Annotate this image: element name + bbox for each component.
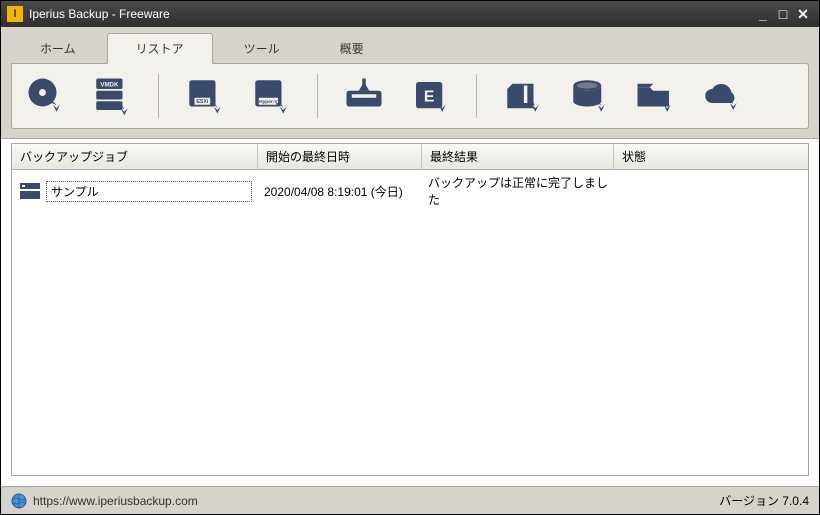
col-header-state[interactable]: 状態 [614, 144, 808, 169]
tab-strip: ホーム リストア ツール 概要 [11, 27, 809, 64]
content-area: バックアップジョブ 開始の最終日時 最終結果 状態 [1, 139, 819, 486]
ribbon: ホーム リストア ツール 概要 VMDK [1, 27, 819, 139]
folder-restore-icon [634, 75, 676, 117]
version-number: 7.0.4 [782, 494, 809, 508]
window-title: Iperius Backup - Freeware [29, 7, 753, 21]
col-header-last-result[interactable]: 最終結果 [422, 144, 614, 169]
exchange-restore-button[interactable]: E [406, 72, 454, 120]
esxi-restore-icon: ESXi [184, 75, 226, 117]
col-header-last-start[interactable]: 開始の最終日時 [258, 144, 422, 169]
tape-restore-button[interactable] [340, 72, 388, 120]
maximize-button[interactable]: □ [773, 6, 793, 22]
svg-text:Hyper-V: Hyper-V [259, 99, 278, 105]
svg-text:E: E [424, 88, 435, 105]
cloud-restore-button[interactable] [697, 72, 745, 120]
job-icon [18, 181, 42, 201]
exchange-restore-icon: E [409, 75, 451, 117]
minimize-button[interactable]: _ [753, 6, 773, 22]
tab-restore[interactable]: リストア [107, 33, 213, 64]
job-name: サンプル [46, 181, 252, 202]
tab-tools[interactable]: ツール [215, 33, 309, 64]
close-button[interactable]: ✕ [793, 6, 813, 23]
disc-restore-button[interactable] [22, 72, 70, 120]
hyperv-restore-button[interactable]: Hyper-V [247, 72, 295, 120]
col-header-job[interactable]: バックアップジョブ [12, 144, 258, 169]
titlebar: I Iperius Backup - Freeware _ □ ✕ [1, 1, 819, 27]
table-header: バックアップジョブ 開始の最終日時 最終結果 状態 [12, 144, 808, 170]
folder-restore-button[interactable] [631, 72, 679, 120]
app-icon: I [7, 6, 23, 22]
version-label: バージョン [719, 492, 779, 509]
separator [476, 74, 477, 118]
sql-restore-button[interactable] [565, 72, 613, 120]
cell-last-start: 2020/04/08 8:19:01 (今日) [258, 181, 422, 202]
svg-text:VMDK: VMDK [100, 81, 119, 88]
svg-text:ESXi: ESXi [196, 99, 209, 105]
tab-overview[interactable]: 概要 [311, 33, 393, 64]
toolbar: VMDK ESXi Hype [11, 63, 809, 129]
sql-restore-icon [568, 75, 610, 117]
statusbar: https://www.iperiusbackup.com バージョン 7.0.… [1, 486, 819, 514]
vmdk-restore-icon: VMDK [91, 75, 133, 117]
esxi-restore-button[interactable]: ESXi [181, 72, 229, 120]
table-row[interactable]: サンプル 2020/04/08 8:19:01 (今日) バックアップは正常に完… [12, 170, 808, 212]
tab-home[interactable]: ホーム [11, 33, 105, 64]
zip-restore-button[interactable] [499, 72, 547, 120]
job-table: バックアップジョブ 開始の最終日時 最終結果 状態 [11, 143, 809, 476]
cell-last-result: バックアップは正常に完了しました [422, 172, 614, 210]
cloud-restore-icon [700, 75, 742, 117]
website-link[interactable]: https://www.iperiusbackup.com [33, 494, 198, 508]
zip-restore-icon [502, 75, 544, 117]
globe-icon [11, 493, 27, 509]
table-body: サンプル 2020/04/08 8:19:01 (今日) バックアップは正常に完… [12, 170, 808, 475]
vmdk-restore-button[interactable]: VMDK [88, 72, 136, 120]
separator [317, 74, 318, 118]
disc-restore-icon [25, 75, 67, 117]
separator [158, 74, 159, 118]
cell-state [614, 189, 808, 193]
tape-restore-icon [343, 75, 385, 117]
hyperv-restore-icon: Hyper-V [250, 75, 292, 117]
app-window: I Iperius Backup - Freeware _ □ ✕ ホーム リス… [0, 0, 820, 515]
